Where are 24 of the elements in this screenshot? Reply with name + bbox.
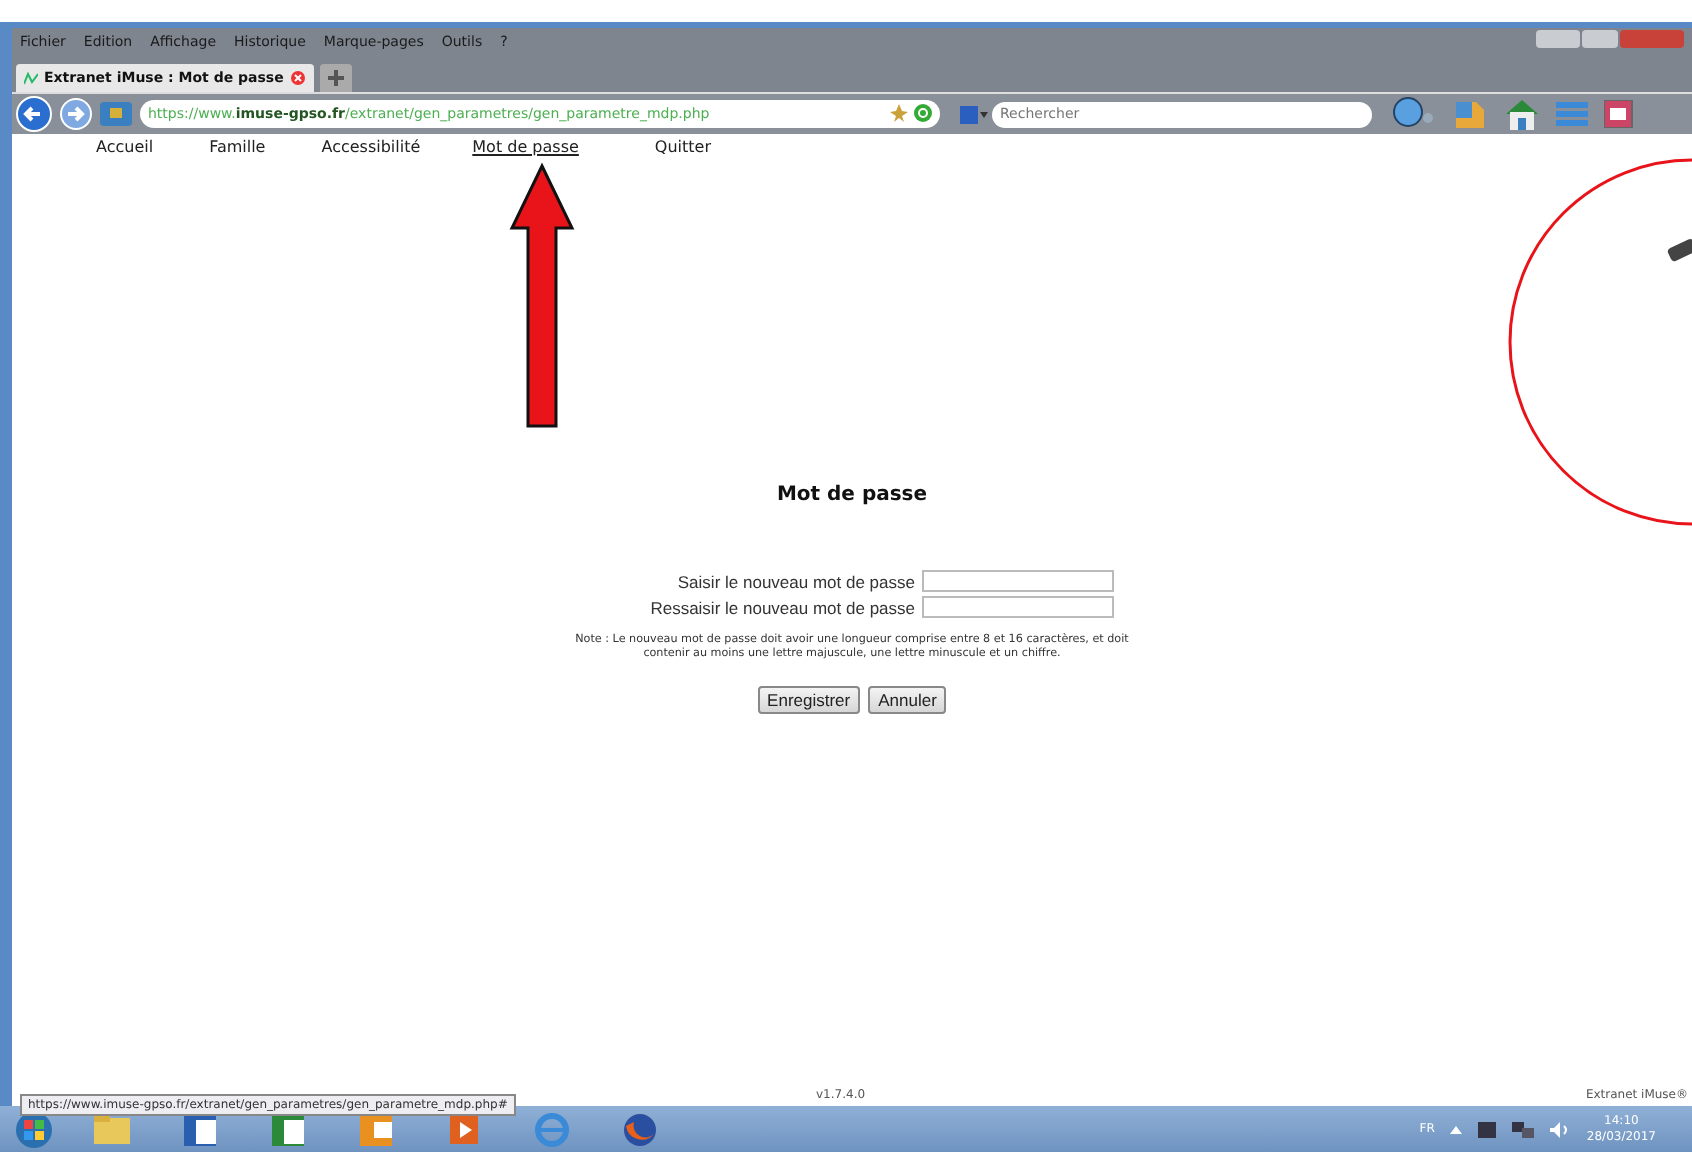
plus-icon (327, 70, 344, 86)
field-label: Ressaisir le nouveau mot de passe (648, 597, 915, 617)
field-label: Saisir le nouveau mot de passe (675, 571, 915, 591)
page-icon (24, 71, 38, 85)
password-field[interactable] (921, 596, 1113, 618)
up-caret-icon[interactable] (1450, 1123, 1463, 1135)
save-button[interactable]: Enregistrer (757, 686, 861, 714)
cancel-button[interactable]: Annuler (868, 686, 947, 714)
nav-link[interactable]: Accessibilité (321, 137, 421, 155)
close-tab-icon[interactable] (289, 70, 306, 86)
refresh-icon[interactable] (914, 104, 932, 122)
nav-link[interactable]: Mot de passe (472, 137, 579, 155)
site-icon (100, 102, 132, 126)
search-engine-icon[interactable] (960, 105, 988, 123)
speaker-icon[interactable] (1550, 1121, 1571, 1137)
nav-link[interactable]: Accueil (96, 137, 154, 155)
bookmark-icon[interactable] (890, 104, 908, 122)
window-icon[interactable] (1604, 100, 1636, 128)
new-tab-button[interactable] (319, 64, 352, 92)
home-icon[interactable] (1504, 98, 1540, 130)
nav-link[interactable]: Quitter (654, 137, 711, 155)
nav-link[interactable]: Famille (209, 137, 266, 155)
password-field[interactable] (921, 570, 1113, 592)
page-title: Mot de passe (776, 484, 928, 506)
